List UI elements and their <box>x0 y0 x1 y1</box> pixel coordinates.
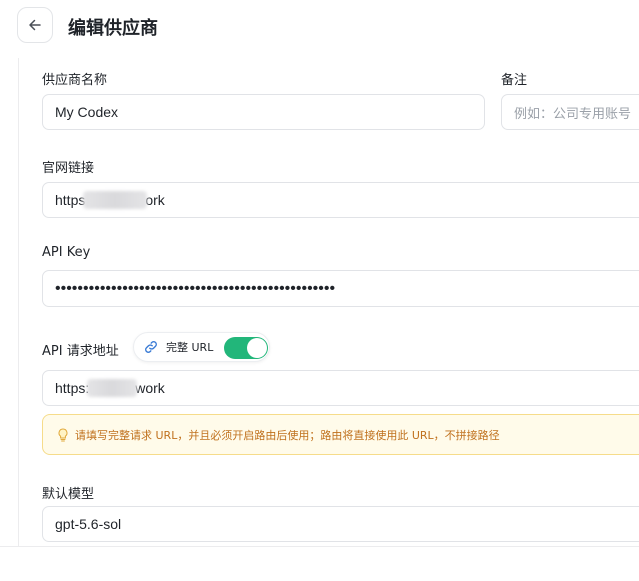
page-title: 编辑供应商 <box>68 18 158 39</box>
website-input[interactable]: https ork <box>42 182 639 218</box>
full-url-switch[interactable] <box>224 337 268 359</box>
switch-knob <box>247 338 267 358</box>
provider-name-input[interactable]: My Codex <box>42 94 485 130</box>
provider-name-label: 供应商名称 <box>42 73 108 88</box>
redacted-blur <box>87 379 138 397</box>
default-model-value: gpt-5.6-sol <box>55 516 122 532</box>
website-value-prefix: https <box>55 192 86 208</box>
default-model-input[interactable]: gpt-5.6-sol <box>42 506 639 542</box>
page-header: 编辑供应商 <box>0 0 639 50</box>
api-url-value-prefix: https: <box>55 380 90 396</box>
full-url-label: 完整 URL <box>166 341 214 354</box>
note-input[interactable]: 例如：公司专用账号 <box>501 94 639 130</box>
hint-text: 请填写完整请求 URL，并且必须开启路由后使用；路由将直接使用此 URL，不拼接… <box>75 428 500 442</box>
back-button[interactable] <box>17 7 53 43</box>
lightbulb-icon <box>58 427 68 441</box>
api-url-label: API 请求地址 <box>42 344 119 359</box>
footer-divider <box>0 546 639 547</box>
api-url-hint: 请填写完整请求 URL，并且必须开启路由后使用；路由将直接使用此 URL，不拼接… <box>42 414 639 455</box>
default-model-label: 默认模型 <box>42 487 95 502</box>
api-key-value: ••••••••••••••••••••••••••••••••••••••••… <box>55 279 336 297</box>
provider-name-value: My Codex <box>55 104 119 120</box>
api-key-input[interactable]: ••••••••••••••••••••••••••••••••••••••••… <box>42 270 639 307</box>
content-divider <box>18 58 19 546</box>
website-label: 官网链接 <box>42 161 95 176</box>
api-url-value-suffix: work <box>135 380 165 396</box>
api-url-input[interactable]: https: work <box>42 370 639 406</box>
full-url-toggle[interactable]: 完整 URL <box>133 332 270 362</box>
api-key-label: API Key <box>42 245 91 260</box>
link-icon <box>145 341 157 353</box>
redacted-blur <box>83 191 148 209</box>
note-label: 备注 <box>501 73 528 88</box>
website-value-suffix: ork <box>145 192 165 208</box>
arrow-left-icon <box>29 19 41 31</box>
note-placeholder: 例如：公司专用账号 <box>514 106 632 122</box>
